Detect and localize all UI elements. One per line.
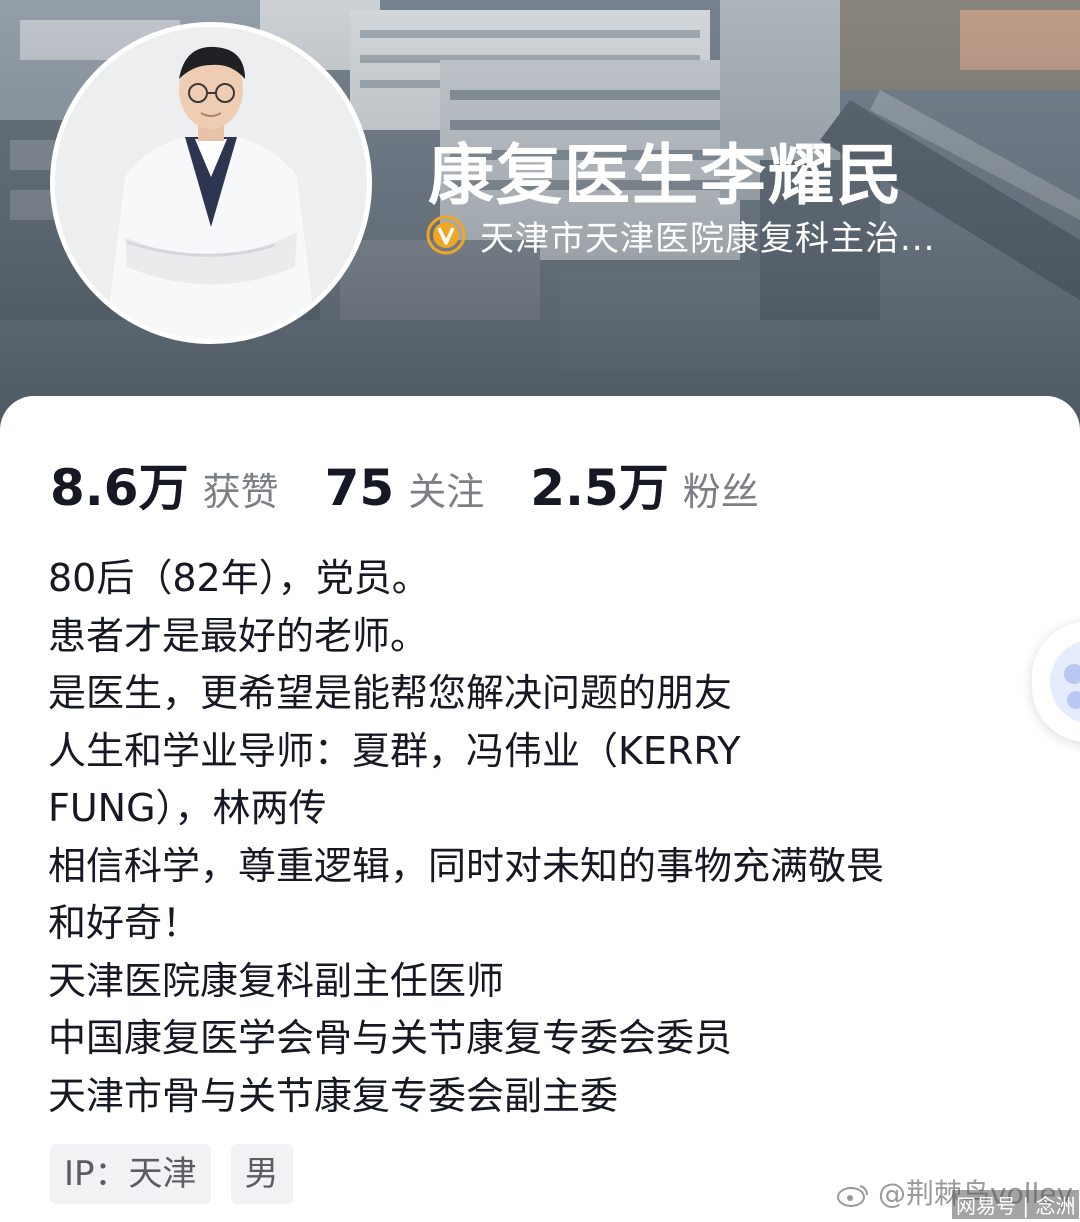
likes-label: 获赞 [202,470,279,514]
bio-line: 人生和学业导师：夏群，冯伟业（KERRY [48,728,741,773]
bio: 80后（82年），党员。 患者才是最好的老师。 是医生，更希望是能帮您解决问题的… [48,550,1038,1125]
followers-label[interactable]: 粉丝 [683,461,759,516]
bio-line: 患者才是最好的老师。 [48,613,429,658]
ip-location-tag: IP：天津 [50,1144,211,1204]
bio-line: 80后（82年），党员。 [48,556,430,600]
likes-count: 8.6万 [50,459,189,517]
verified-badge-icon [426,215,466,255]
followers-count[interactable]: 2.5万 [530,448,669,520]
weibo-logo-icon [837,1185,868,1207]
bio-line: 天津医院康复科副主任医师 [48,958,505,1003]
bio-line: 天津市骨与关节康复专委会副主委 [48,1073,619,1118]
verification-row[interactable]: 天津市天津医院康复科主治... [426,210,935,260]
bio-line: 是医生，更希望是能帮您解决问题的朋友 [48,671,733,715]
profile-name: 康复医生李耀民 [428,137,904,214]
bio-line: 和好奇！ [48,901,201,945]
bio-line: FUNG），林两传 [48,786,327,830]
following-count[interactable]: 75 [325,459,395,517]
gender-tag: 男 [230,1144,293,1204]
stats-row: 8.6万 获赞 75 关注 2.5万 粉丝 [50,448,805,517]
avatar[interactable] [50,22,372,344]
tags-row: IP：天津 男 [50,1144,313,1204]
doctor-portrait-image [55,27,367,339]
profile-page: 康复医生李耀民 天津市天津医院康复科主治... 8.6万 获赞 75 关注 2.… [0,0,1080,1222]
netease-watermark: 网易号 | 念洲 [952,1190,1080,1219]
bio-line: 相信科学，尊重逻辑，同时对未知的事物充满敬畏 [48,843,885,888]
verification-text: 天津市天津医院康复科主治... [480,218,936,259]
bio-line: 中国康复医学会骨与关节康复专委会委员 [48,1016,733,1060]
following-label[interactable]: 关注 [408,461,484,516]
